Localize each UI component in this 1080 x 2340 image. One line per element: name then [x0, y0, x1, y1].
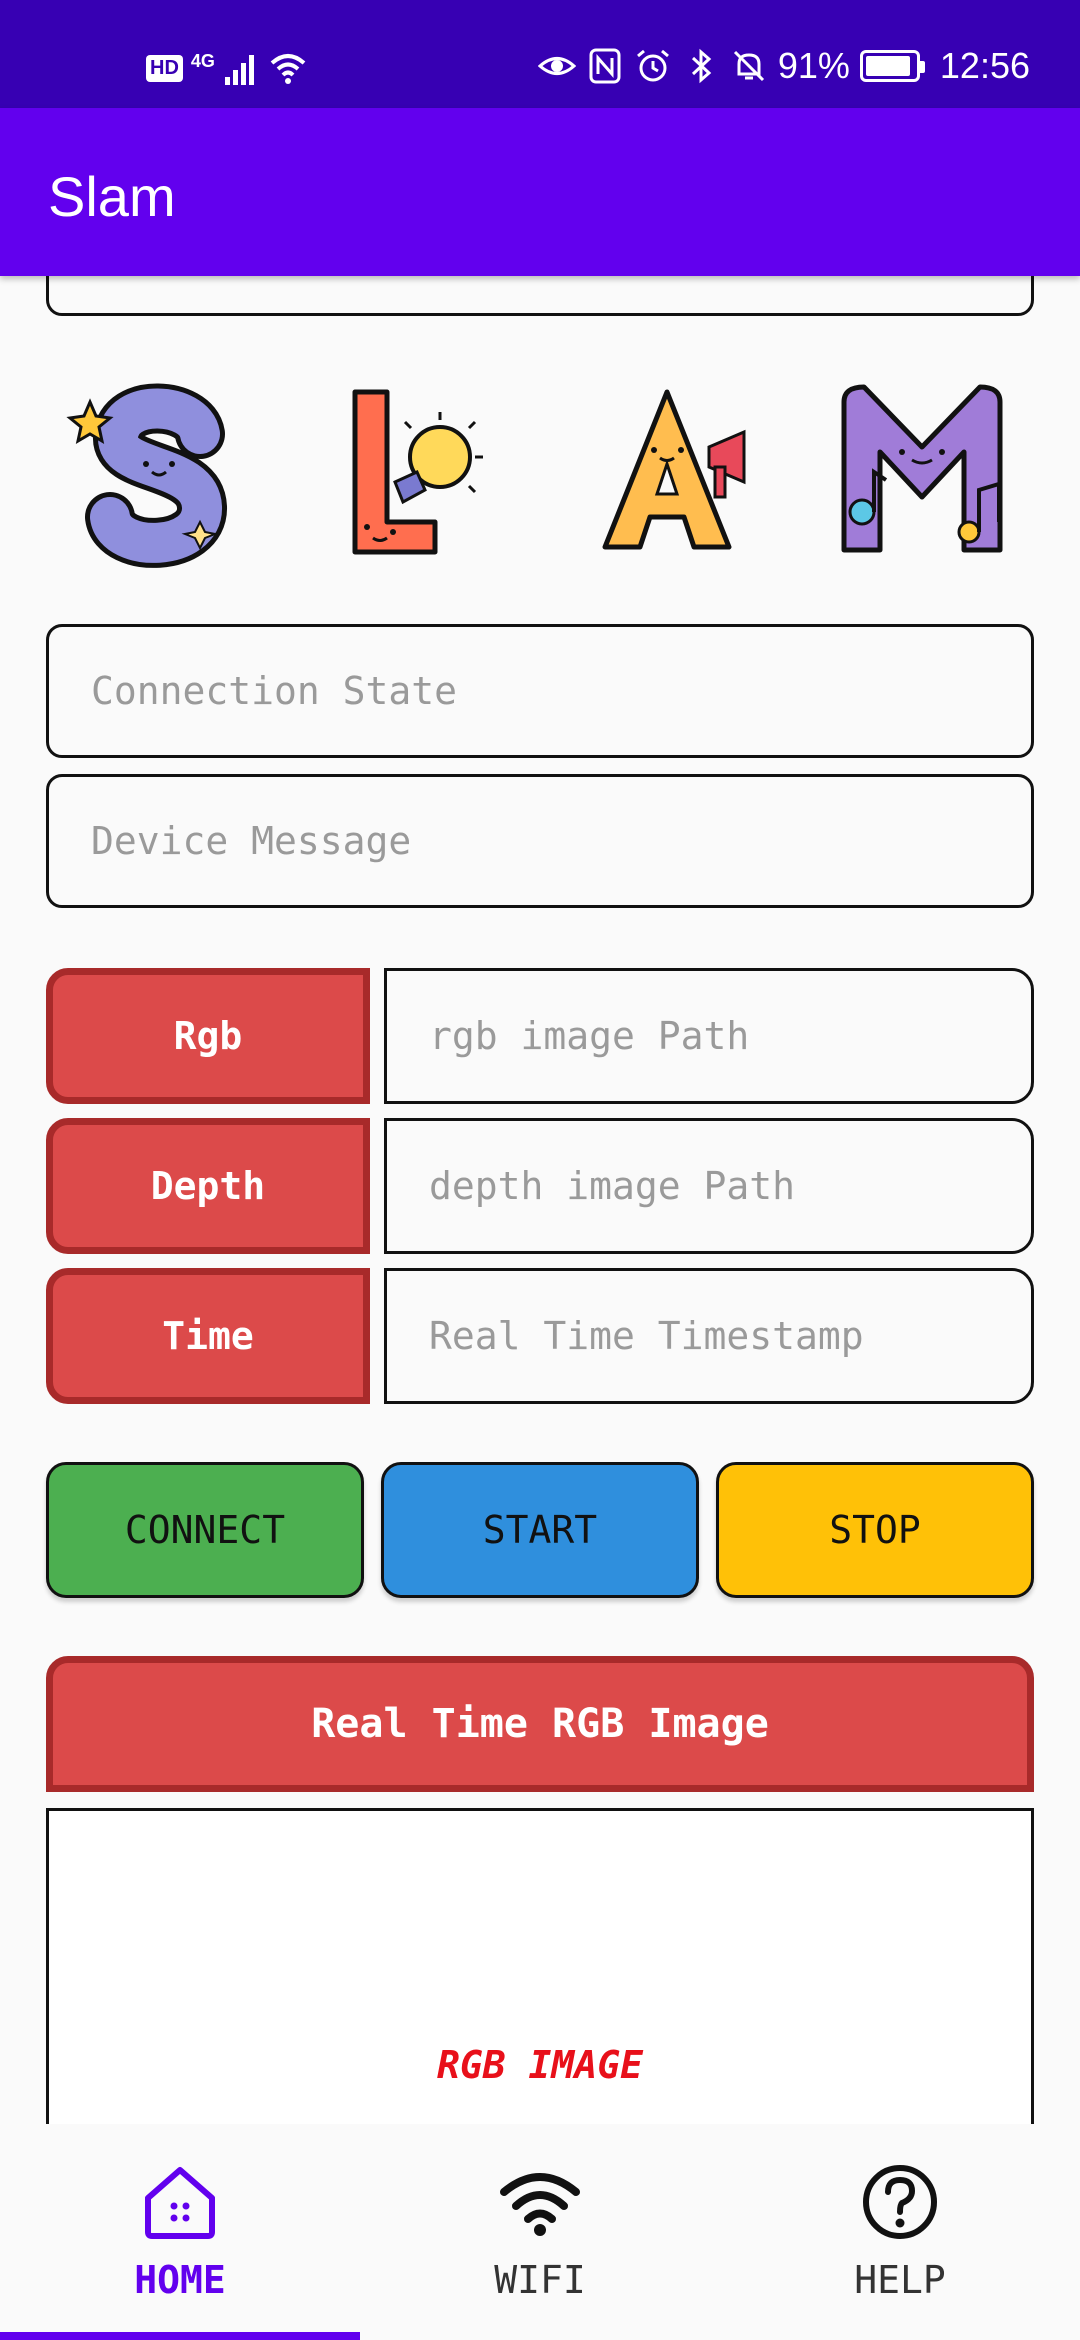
rgb-button[interactable]: Rgb: [46, 968, 370, 1104]
start-button-label: START: [482, 1508, 598, 1552]
home-icon: [145, 2167, 215, 2239]
eye-icon: [537, 57, 576, 75]
depth-image-path-field[interactable]: depth image Path: [384, 1118, 1034, 1254]
rgb-image-path-placeholder: rgb image Path: [429, 1014, 750, 1058]
stop-button[interactable]: STOP: [716, 1462, 1034, 1598]
device-message-field[interactable]: Device Message: [46, 774, 1034, 908]
wifi-icon: [500, 2173, 580, 2236]
depth-button-label: Depth: [150, 1164, 266, 1208]
depth-button[interactable]: Depth: [46, 1118, 370, 1254]
nav-item-wifi[interactable]: WIFI: [360, 2124, 720, 2340]
nfc-icon: [589, 48, 621, 84]
wifi-status-icon: [270, 54, 306, 84]
connect-button-label: CONNECT: [124, 1508, 286, 1552]
stop-button-label: STOP: [829, 1508, 921, 1552]
battery-icon: [859, 50, 925, 82]
letter-l-icon: [352, 389, 483, 555]
time-button[interactable]: Time: [46, 1268, 370, 1404]
letter-m-icon: [841, 384, 1003, 553]
slam-letters-banner: [60, 372, 1020, 568]
battery-percent: 91%: [777, 45, 850, 86]
rgb-image-path-field[interactable]: rgb image Path: [384, 968, 1034, 1104]
connection-state-field[interactable]: Connection State: [46, 624, 1034, 758]
help-icon: [863, 2165, 937, 2239]
mute-icon: [733, 50, 764, 82]
connect-button[interactable]: CONNECT: [46, 1462, 364, 1598]
time-button-label: Time: [162, 1314, 254, 1358]
depth-image-path-placeholder: depth image Path: [429, 1164, 796, 1208]
scroll-content[interactable]: Connection State Device Message Rgb rgb …: [0, 276, 1080, 2124]
rgb-image-placeholder: RGB IMAGE: [437, 2043, 643, 2087]
status-left-icons: HD 4G: [146, 48, 307, 88]
nav-label-home: HOME: [134, 2258, 226, 2302]
nav-label-help: HELP: [854, 2258, 946, 2302]
timestamp-field[interactable]: Real Time Timestamp: [384, 1268, 1034, 1404]
app-bar: Slam: [0, 108, 1080, 276]
nav-active-indicator: [0, 2332, 360, 2340]
timestamp-placeholder: Real Time Timestamp: [429, 1314, 864, 1358]
realtime-rgb-image-label: Real Time RGB Image: [311, 1701, 769, 1747]
nav-label-wifi: WIFI: [494, 2258, 586, 2302]
letter-a-icon: [602, 389, 746, 550]
signal-icon: [224, 55, 254, 85]
rgb-button-label: Rgb: [173, 1014, 243, 1058]
start-button[interactable]: START: [381, 1462, 699, 1598]
clock: 12:56: [939, 45, 1030, 86]
nav-item-home[interactable]: HOME: [0, 2124, 360, 2340]
partially-visible-field[interactable]: [46, 276, 1034, 316]
device-message-placeholder: Device Message: [91, 819, 412, 863]
network-type: 4G: [190, 50, 215, 71]
hd-badge: HD: [146, 54, 183, 82]
bottom-navigation: HOME WIFI HELP: [0, 2124, 1080, 2340]
app-title: Slam: [48, 165, 176, 228]
realtime-rgb-image-button[interactable]: Real Time RGB Image: [46, 1656, 1034, 1792]
nav-item-help[interactable]: HELP: [720, 2124, 1080, 2340]
connection-state-placeholder: Connection State: [91, 669, 458, 713]
bluetooth-icon: [691, 48, 712, 84]
alarm-icon: [636, 49, 669, 82]
status-bar: HD 4G 91% 12:56: [0, 0, 1080, 108]
letter-s-icon: [66, 383, 227, 568]
realtime-rgb-image-view: RGB IMAGE: [46, 1808, 1034, 2124]
status-right-icons: 91% 12:56: [537, 44, 1030, 88]
